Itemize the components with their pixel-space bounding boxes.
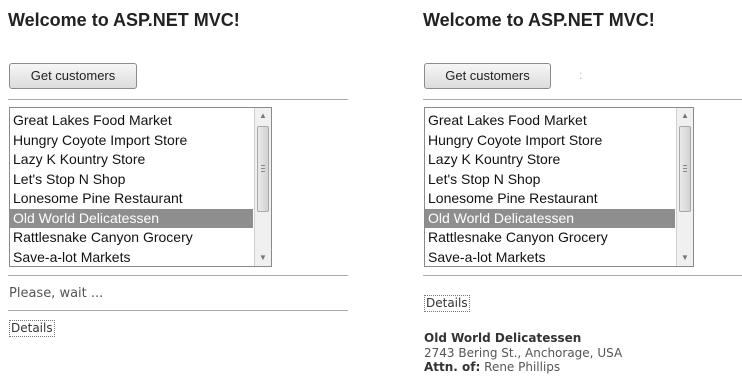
customer-company-name: Old World Delicatessen <box>424 331 582 345</box>
customer-option[interactable]: Hungry Coyote Import Store <box>425 131 675 151</box>
customer-option[interactable]: Save-a-lot Markets <box>425 248 675 267</box>
customer-option[interactable]: Lonesome Pine Restaurant <box>10 189 253 209</box>
customer-option[interactable]: Rattlesnake Canyon Grocery <box>425 228 675 248</box>
customer-details: Old World Delicatessen 2743 Bering St., … <box>424 331 622 375</box>
customer-option[interactable]: Lazy K Kountry Store <box>425 150 675 170</box>
scroll-down-arrow-icon[interactable]: ▼ <box>677 250 693 266</box>
get-customers-button[interactable]: Get customers <box>9 63 137 89</box>
customer-option[interactable]: Lonesome Pine Restaurant <box>425 189 675 209</box>
customer-option-selected[interactable]: Old World Delicatessen <box>425 208 675 228</box>
customer-list: Great Lakes Food Market Hungry Coyote Im… <box>425 111 675 267</box>
get-customers-button[interactable]: Get customers <box>424 63 551 89</box>
vertical-scrollbar[interactable]: ▲ ▼ <box>676 108 693 266</box>
customer-listbox[interactable]: Great Lakes Food Market Hungry Coyote Im… <box>9 107 272 267</box>
customer-option-selected[interactable]: Old World Delicatessen <box>10 208 253 228</box>
customer-option[interactable]: Great Lakes Food Market <box>425 111 675 131</box>
customer-option[interactable]: Great Lakes Food Market <box>10 111 253 131</box>
page-title: Welcome to ASP.NET MVC! <box>423 10 655 30</box>
customer-listbox[interactable]: Great Lakes Food Market Hungry Coyote Im… <box>424 107 694 267</box>
divider <box>8 310 348 311</box>
customer-option[interactable]: Let's Stop N Shop <box>10 170 253 190</box>
customer-option[interactable]: Let's Stop N Shop <box>425 170 675 190</box>
scrollbar-thumb[interactable] <box>679 126 691 212</box>
wait-message: Please, wait ... <box>9 286 104 301</box>
scroll-up-arrow-icon[interactable]: ▲ <box>255 108 271 124</box>
page-title: Welcome to ASP.NET MVC! <box>8 10 240 30</box>
customer-contact: Rene Phillips <box>484 360 561 374</box>
divider <box>8 99 348 100</box>
divider <box>423 99 742 100</box>
customer-address: 2743 Bering St., Anchorage, USA <box>424 345 623 360</box>
vertical-scrollbar[interactable]: ▲ ▼ <box>254 108 271 266</box>
customer-option[interactable]: Lazy K Kountry Store <box>10 150 253 170</box>
customer-list: Great Lakes Food Market Hungry Coyote Im… <box>10 111 253 267</box>
customer-contact-line: Attn. of: Rene Phillips <box>424 360 622 375</box>
scroll-up-arrow-icon[interactable]: ▲ <box>677 108 693 124</box>
scroll-down-arrow-icon[interactable]: ▼ <box>255 250 271 266</box>
right-panel: Welcome to ASP.NET MVC! Get customers : … <box>423 0 742 379</box>
customer-option[interactable]: Rattlesnake Canyon Grocery <box>10 228 253 248</box>
divider <box>8 275 348 276</box>
customer-option[interactable]: Hungry Coyote Import Store <box>10 131 253 151</box>
cursor-mark: : <box>579 68 583 82</box>
left-panel: Welcome to ASP.NET MVC! Get customers Gr… <box>8 0 348 379</box>
scrollbar-thumb[interactable] <box>257 126 269 212</box>
details-link[interactable]: Details <box>9 320 55 337</box>
divider <box>423 275 742 276</box>
customer-option[interactable]: Save-a-lot Markets <box>10 248 253 267</box>
details-link[interactable]: Details <box>424 295 470 312</box>
attn-label: Attn. of: <box>424 360 481 374</box>
